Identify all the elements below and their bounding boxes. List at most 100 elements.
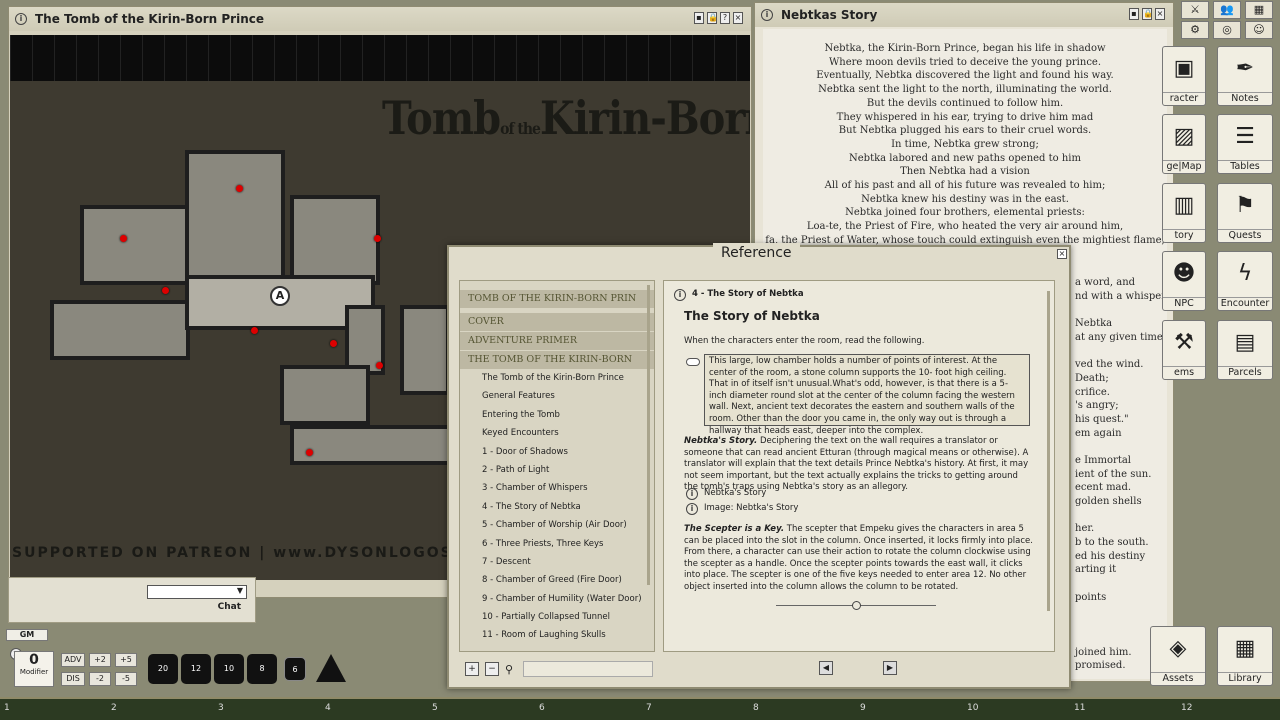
minus5-button[interactable]: -5: [115, 672, 137, 686]
toc-item[interactable]: Entering the Tomb: [460, 406, 654, 424]
calendar-icon[interactable]: ▦: [1245, 1, 1273, 19]
toc-item[interactable]: 9 - Chamber of Humility (Water Door): [460, 590, 654, 608]
collapse-icon[interactable]: −: [485, 662, 499, 676]
next-page-button[interactable]: ▶: [883, 661, 897, 675]
plus5-button[interactable]: +5: [115, 653, 137, 667]
target-icon[interactable]: ◎: [1213, 21, 1241, 39]
die-d4[interactable]: [316, 654, 346, 682]
prev-page-button[interactable]: ◀: [819, 661, 833, 675]
toc-item[interactable]: 1 - Door of Shadows: [460, 443, 654, 461]
close-icon[interactable]: ×: [1057, 249, 1067, 259]
ruler-tick: 10: [967, 703, 979, 713]
dis-button[interactable]: DIS: [61, 672, 85, 686]
toc-item[interactable]: 6 - Three Priests, Three Keys: [460, 535, 654, 553]
toc-scrollbar[interactable]: [647, 285, 650, 585]
map-pin[interactable]: [251, 327, 258, 334]
story-window-titlebar[interactable]: i Nebtkas Story ▪ 🔒 ×: [755, 3, 1173, 27]
party-icon[interactable]: 👥: [1213, 1, 1241, 19]
map-pin[interactable]: [306, 449, 313, 456]
toc-item[interactable]: 5 - Chamber of Worship (Air Door): [460, 516, 654, 534]
gm-badge[interactable]: GM: [6, 629, 48, 641]
close-icon[interactable]: ×: [1155, 8, 1165, 20]
story-line: [1075, 509, 1167, 523]
ruler-bar: 1 2 3 4 5 6 7 8 9 10 11 12: [0, 697, 1280, 720]
map-pin[interactable]: [162, 287, 169, 294]
lock-icon[interactable]: 🔒: [1142, 8, 1153, 20]
die-d12[interactable]: 12: [181, 654, 211, 684]
toc-section[interactable]: TOMB OF THE KIRIN-BORN PRIN: [460, 290, 654, 308]
toc-section[interactable]: ADVENTURE PRIMER: [460, 332, 654, 350]
sidebar-button-lightning[interactable]: ϟ Encounter: [1217, 251, 1273, 311]
sidebar-button-flag[interactable]: ⚑ Quests: [1217, 183, 1273, 243]
map-window-titlebar[interactable]: i The Tomb of the Kirin-Born Prince ▪ 🔒 …: [9, 7, 751, 31]
story-line: [1075, 440, 1167, 454]
lock-icon[interactable]: 🔒: [707, 12, 718, 24]
story-line: Nebtka sent the light to the north, illu…: [818, 84, 1112, 96]
sidebar-button-quill[interactable]: ✒ Notes: [1217, 46, 1273, 106]
sidebar-button-library[interactable]: ▦ Library: [1217, 626, 1273, 686]
map-pin[interactable]: [236, 185, 243, 192]
story-line: Nebtka knew his destiny was in the east.: [861, 193, 1069, 205]
modifier-box[interactable]: 0 Modifier: [14, 651, 54, 687]
story-line: a word, and: [1075, 277, 1136, 288]
search-input[interactable]: [523, 661, 654, 677]
sidebar-button-layers[interactable]: ◈ Assets: [1150, 626, 1206, 686]
die-d6[interactable]: 6: [284, 657, 306, 681]
toc-item[interactable]: 8 - Chamber of Greed (Fire Door): [460, 571, 654, 589]
settings-icon[interactable]: ⚙: [1181, 21, 1209, 39]
toc-item[interactable]: 11 - Room of Laughing Skulls: [460, 626, 654, 644]
close-icon[interactable]: ×: [733, 12, 743, 24]
map-token[interactable]: A: [270, 286, 290, 306]
sidebar-button-character[interactable]: ▣ racter: [1162, 46, 1206, 106]
expand-icon[interactable]: +: [465, 662, 479, 676]
story-line: Nebtka, the Kirin-Born Prince, began his…: [824, 43, 1106, 54]
map-pin[interactable]: [120, 235, 127, 242]
reference-title: Reference: [713, 243, 800, 263]
sidebar-button-npc[interactable]: ☻ NPC: [1162, 251, 1206, 311]
toc-section[interactable]: COVER: [460, 313, 654, 331]
story-line: golden shells: [1075, 496, 1142, 507]
toc-item[interactable]: The Tomb of the Kirin-Born Prince: [460, 369, 654, 387]
share-icon[interactable]: ▪: [1129, 8, 1139, 20]
sidebar-button-box[interactable]: ▤ Parcels: [1217, 320, 1273, 380]
plus2-button[interactable]: +2: [89, 653, 111, 667]
info-icon[interactable]: i: [674, 289, 686, 301]
sidebar-button-label: Tables: [1218, 160, 1272, 172]
story-line: crifice.: [1075, 386, 1110, 398]
read-aloud-box: This large, low chamber holds a number o…: [704, 354, 1030, 436]
toc-item[interactable]: General Features: [460, 387, 654, 405]
toc-item[interactable]: 7 - Descent: [460, 553, 654, 571]
chat-speaker-select[interactable]: ▼: [147, 585, 247, 599]
sidebar-button-book[interactable]: ▥ tory: [1162, 183, 1206, 243]
sidebar-button-label: Library: [1218, 672, 1272, 684]
toc-item[interactable]: 2 - Path of Light: [460, 461, 654, 479]
share-icon[interactable]: ▪: [694, 12, 704, 24]
map-pin[interactable]: [374, 235, 381, 242]
toc-item[interactable]: 10 - Partially Collapsed Tunnel: [460, 608, 654, 626]
toc-item[interactable]: 3 - Chamber of Whispers: [460, 479, 654, 497]
minus2-button[interactable]: -2: [89, 672, 111, 686]
story-line: Nebtka joined four brothers, elemental p…: [845, 207, 1085, 219]
toc-section[interactable]: THE TOMB OF THE KIRIN-BORN: [460, 351, 654, 369]
die-d10[interactable]: 10: [214, 654, 244, 684]
adv-button[interactable]: ADV: [61, 653, 85, 667]
die-d8[interactable]: 8: [247, 654, 277, 684]
sidebar-button-items[interactable]: ⚒ ems: [1162, 320, 1206, 380]
toc-item[interactable]: Keyed Encounters: [460, 424, 654, 442]
toc-item[interactable]: 4 - The Story of Nebtka: [460, 498, 654, 516]
users-icon[interactable]: ☺: [1245, 21, 1273, 39]
map-pin[interactable]: [330, 340, 337, 347]
die-d20[interactable]: 20: [148, 654, 178, 684]
map-room: [280, 365, 370, 425]
story-image-link[interactable]: i Image: Nebtka's Story: [686, 503, 798, 515]
story-line: In time, Nebtka grew strong;: [891, 138, 1039, 150]
info-icon[interactable]: i: [15, 13, 27, 25]
content-scrollbar[interactable]: [1047, 291, 1050, 611]
sidebar-button-image[interactable]: ▨ ge|Map: [1162, 114, 1206, 174]
sidebar-button-list[interactable]: ☰ Tables: [1217, 114, 1273, 174]
info-icon[interactable]: i: [761, 9, 773, 21]
sword-icon[interactable]: ⚔: [1181, 1, 1209, 19]
story-link[interactable]: i Nebtka's Story: [686, 488, 766, 500]
map-pin[interactable]: [376, 362, 383, 369]
help-icon[interactable]: ?: [720, 12, 730, 24]
